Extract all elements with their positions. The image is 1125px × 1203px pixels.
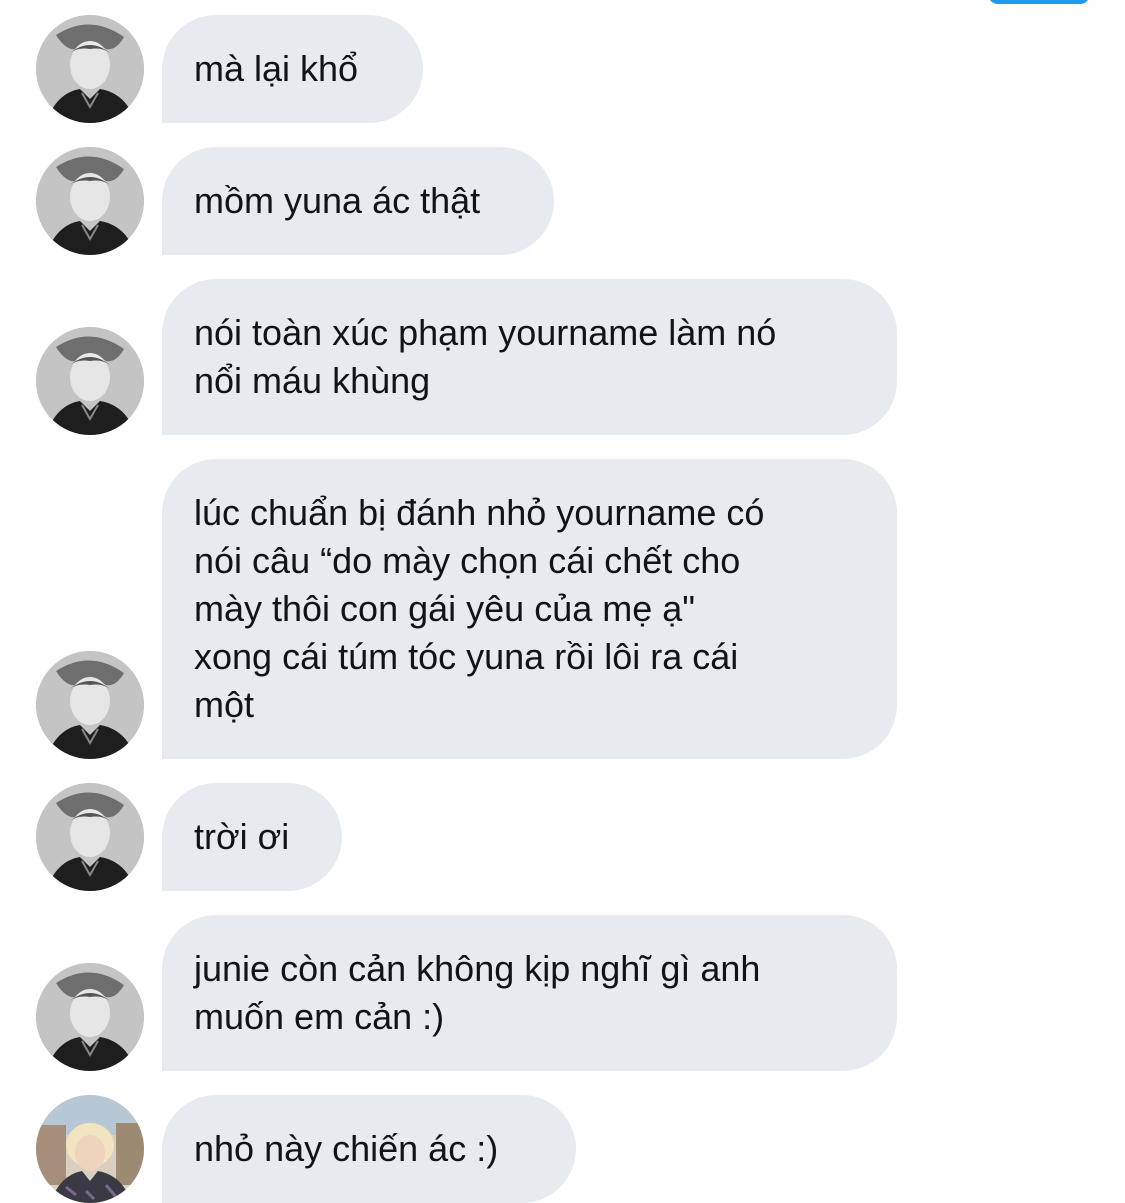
avatar-image — [36, 783, 144, 891]
message-bubble[interactable]: nhỏ này chiến ác :) — [162, 1095, 576, 1203]
contact-avatar[interactable] — [36, 147, 144, 255]
top-edge-blue-element — [988, 0, 1090, 4]
contact-avatar[interactable] — [36, 1095, 144, 1203]
avatar-image — [36, 963, 144, 1071]
message-bubble[interactable]: mồm yuna ác thật — [162, 147, 554, 255]
avatar-image — [36, 147, 144, 255]
avatar-image — [36, 651, 144, 759]
contact-avatar[interactable] — [36, 651, 144, 759]
avatar-image — [36, 15, 144, 123]
message-bubble[interactable]: mà lại khổ — [162, 15, 423, 123]
avatar-image — [36, 1095, 144, 1203]
message-bubble[interactable]: lúc chuẩn bị đánh nhỏ yourname có nói câ… — [162, 459, 897, 759]
contact-avatar[interactable] — [36, 15, 144, 123]
message-bubble[interactable]: trời ơi — [162, 783, 342, 891]
contact-avatar[interactable] — [36, 783, 144, 891]
contact-avatar[interactable] — [36, 963, 144, 1071]
avatar-image — [36, 327, 144, 435]
contact-avatar[interactable] — [36, 327, 144, 435]
message-bubble[interactable]: junie còn cản không kịp nghĩ gì anh muốn… — [162, 915, 897, 1071]
message-bubble[interactable]: nói toàn xúc phạm yourname làm nó nổi má… — [162, 279, 897, 435]
